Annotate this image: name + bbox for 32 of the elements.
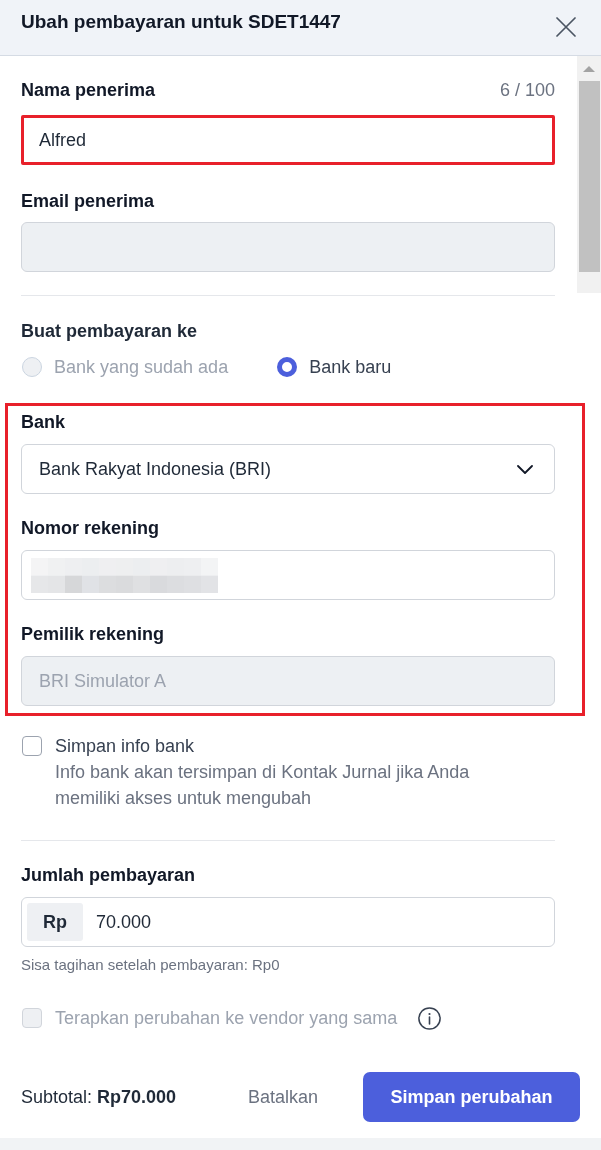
radio-option[interactable]: Bank baru: [277, 355, 392, 379]
section-label: Buat pembayaran ke: [21, 320, 198, 343]
field-label: Pemilik rekening: [21, 623, 165, 646]
amount-input[interactable]: Rp 70.000: [21, 897, 555, 947]
help-text: Info bank akan tersimpan di Kontak Jurnal jika Anda memiliki akses untuk mengubah: [55, 761, 471, 810]
chevron-down-icon: [517, 464, 533, 474]
checkbox-label: Terapkan perubahan ke vendor yang sama: [55, 1007, 398, 1030]
checkbox-label: Simpan info bank: [55, 735, 195, 758]
hint-text: Sisa tagihan setelah pembayaran: Rp0: [21, 956, 280, 974]
close-icon: [556, 17, 576, 37]
subtotal-text: Subtotal: Rp70.000: [21, 1086, 177, 1108]
cancel-button[interactable]: Batalkan: [223, 1072, 342, 1122]
field-label: Jumlah pembayaran: [21, 864, 196, 887]
account-owner-input: BRI Simulator A: [21, 656, 555, 706]
radio-option: Bank yang sudah ada: [22, 355, 229, 379]
character-counter: 6 / 100: [499, 79, 555, 102]
bank-select[interactable]: Bank Rakyat Indonesia (BRI): [21, 444, 555, 494]
field-label: Nomor rekening: [21, 517, 160, 540]
save-button[interactable]: Simpan perubahan: [363, 1072, 580, 1122]
radio-icon[interactable]: [277, 357, 298, 377]
account-number-input[interactable]: [21, 550, 555, 600]
info-icon[interactable]: [418, 1006, 442, 1030]
field-label: Bank: [21, 411, 65, 434]
name-input[interactable]: Alfred: [21, 115, 555, 165]
checkbox[interactable]: [22, 736, 42, 756]
scrollbar-thumb[interactable]: [578, 81, 600, 272]
dialog-title: Ubah pembayaran untuk SDET1447: [21, 10, 341, 34]
close-button[interactable]: [556, 17, 576, 37]
field-label: Email penerima: [21, 190, 155, 213]
currency-prefix: Rp: [27, 903, 83, 941]
scroll-up-icon[interactable]: [583, 66, 595, 72]
field-label: Nama penerima: [21, 79, 156, 102]
